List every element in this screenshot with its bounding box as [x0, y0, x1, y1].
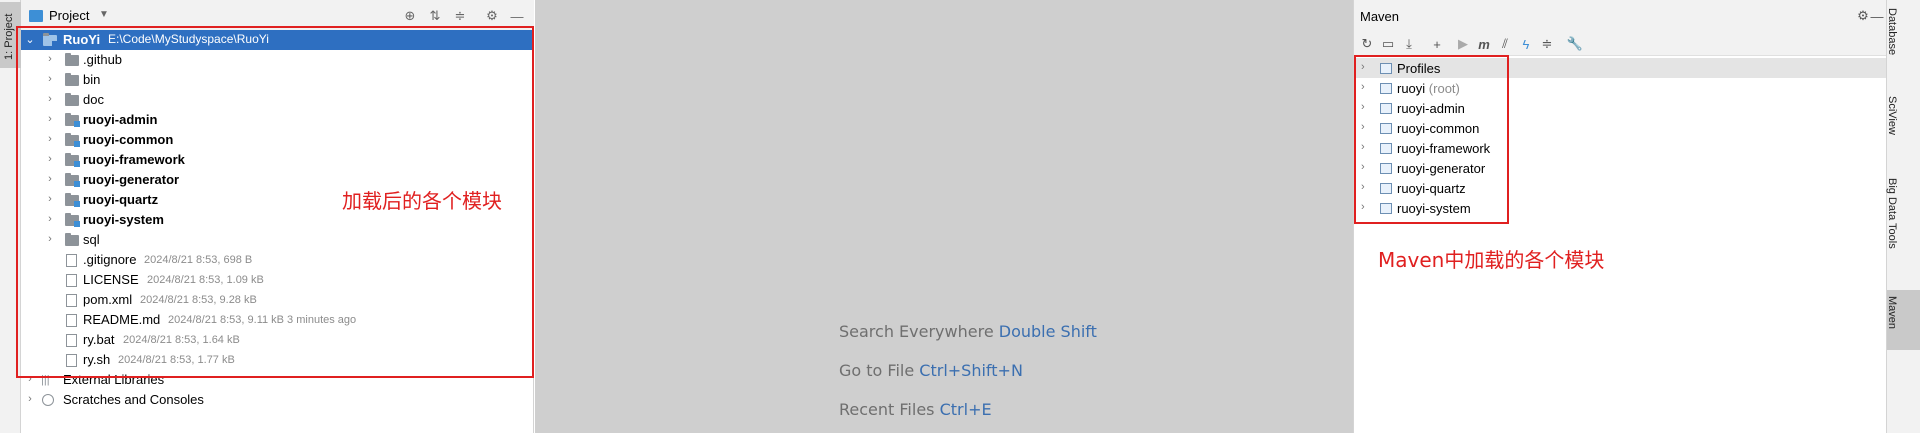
- add-folder-icon[interactable]: ▭: [1379, 35, 1397, 53]
- hint-search-everywhere[interactable]: Search Everywhere Double Shift: [839, 322, 1097, 341]
- maven-title: Maven: [1360, 9, 1400, 24]
- hint-recent-files[interactable]: Recent Files Ctrl+E: [839, 400, 992, 419]
- maven-header: Maven ⚙ —: [1354, 0, 1887, 32]
- minimize-icon[interactable]: —: [508, 7, 526, 25]
- tab-maven-label: Maven: [1886, 296, 1898, 330]
- annotation-project: 加载后的各个模块: [342, 189, 502, 213]
- tree-row-scratches[interactable]: › Scratches and Consoles: [21, 390, 534, 410]
- toggle-offline-icon[interactable]: ⫽: [1496, 35, 1514, 53]
- gear-icon[interactable]: ⚙: [483, 7, 501, 25]
- minimize-icon[interactable]: —: [1868, 7, 1886, 25]
- tab-database[interactable]: Database: [1886, 8, 1920, 78]
- tab-big-data-tools-label: Big Data Tools: [1886, 178, 1898, 249]
- hint-text: Go to File: [839, 361, 915, 380]
- expand-all-icon[interactable]: ⇅: [426, 7, 444, 25]
- right-tool-strip: Database SciView Big Data Tools Maven: [1886, 0, 1920, 433]
- hint-text: Search Everywhere: [839, 322, 994, 341]
- download-icon[interactable]: ⤓: [1400, 35, 1418, 53]
- tab-sciview-label: SciView: [1886, 96, 1898, 135]
- annotation-maven: Maven中加载的各个模块: [1378, 248, 1605, 272]
- hint-text: Recent Files: [839, 400, 935, 419]
- hint-key: Double Shift: [998, 322, 1097, 341]
- tab-sciview[interactable]: SciView: [1886, 96, 1920, 160]
- project-title[interactable]: Project: [49, 8, 89, 23]
- annotation-box-maven: [1354, 55, 1509, 224]
- collapse-all-icon[interactable]: ≑: [451, 7, 469, 25]
- chevron-down-icon[interactable]: ▼: [99, 9, 109, 20]
- reload-icon[interactable]: ↻: [1358, 35, 1376, 53]
- project-tool-tab-label: 1: Project: [3, 13, 15, 60]
- maven-toolbar: ↻ ▭ ⤓ + ▶ m ⫽ ϟ ≑ 🔧: [1354, 32, 1887, 56]
- editor-empty-area: Search Everywhere Double Shift Go to Fil…: [535, 0, 1353, 433]
- chevron-right-icon[interactable]: ›: [25, 393, 35, 405]
- tab-database-label: Database: [1886, 8, 1898, 56]
- scratches-label: Scratches and Consoles: [63, 392, 204, 407]
- tab-maven[interactable]: Maven: [1886, 290, 1920, 350]
- scratches-icon: [42, 394, 54, 406]
- maven-goal-icon[interactable]: m: [1475, 35, 1493, 53]
- project-view-icon: [29, 10, 43, 22]
- target-icon[interactable]: ⊕: [401, 7, 419, 25]
- lightning-icon[interactable]: ϟ: [1517, 35, 1535, 53]
- hint-go-to-file[interactable]: Go to File Ctrl+Shift+N: [839, 361, 1023, 380]
- run-icon[interactable]: ▶: [1454, 35, 1472, 53]
- hint-key: Ctrl+E: [939, 400, 992, 419]
- hint-key: Ctrl+Shift+N: [919, 361, 1023, 380]
- tab-big-data-tools[interactable]: Big Data Tools: [1886, 178, 1920, 276]
- plus-icon[interactable]: +: [1428, 35, 1446, 53]
- wrench-icon[interactable]: 🔧: [1566, 35, 1584, 53]
- collapse-icon[interactable]: ≑: [1538, 35, 1556, 53]
